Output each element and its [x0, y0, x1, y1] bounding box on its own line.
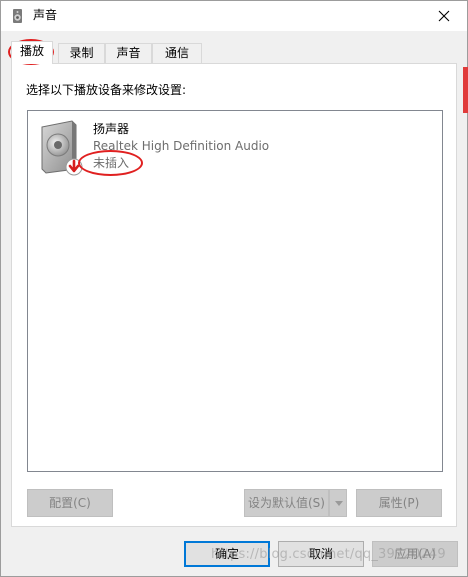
tab-sounds[interactable]: 声音 — [105, 43, 152, 63]
tab-playback[interactable]: 播放 — [11, 41, 53, 64]
configure-button[interactable]: 配置(C) — [27, 489, 113, 517]
properties-button[interactable]: 属性(P) — [356, 489, 442, 517]
set-default-dropdown[interactable] — [329, 489, 347, 517]
set-default-button[interactable]: 设为默认值(S) — [244, 489, 329, 517]
speaker-unplugged-icon — [41, 120, 83, 176]
apply-button[interactable]: 应用(A) — [372, 541, 458, 567]
window-title: 声音 — [33, 8, 58, 22]
cancel-button[interactable]: 取消 — [278, 541, 364, 567]
sound-dialog: 声音 播放 录制 声音 通信 选择以下播放设备来修改设置: 扬声器 Realte… — [0, 0, 468, 577]
tab-recording[interactable]: 录制 — [58, 43, 105, 63]
chevron-down-icon — [335, 501, 343, 506]
device-list[interactable]: 扬声器 Realtek High Definition Audio 未插入 — [27, 110, 443, 472]
playback-tab-page: 选择以下播放设备来修改设置: 扬声器 Realtek High Definiti… — [11, 63, 457, 527]
close-icon — [438, 10, 450, 22]
close-button[interactable] — [421, 1, 467, 31]
device-status: 未插入 — [93, 156, 130, 170]
ok-button[interactable]: 确定 — [184, 541, 270, 567]
tab-communications[interactable]: 通信 — [152, 43, 202, 63]
device-item[interactable]: 扬声器 Realtek High Definition Audio 未插入 — [32, 115, 332, 179]
device-description: Realtek High Definition Audio — [93, 139, 270, 153]
title-bar: 声音 — [1, 1, 467, 31]
background-window-edge — [463, 67, 468, 113]
speaker-app-icon — [13, 9, 22, 23]
device-name: 扬声器 — [93, 122, 130, 136]
instruction-text: 选择以下播放设备来修改设置: — [26, 83, 187, 97]
